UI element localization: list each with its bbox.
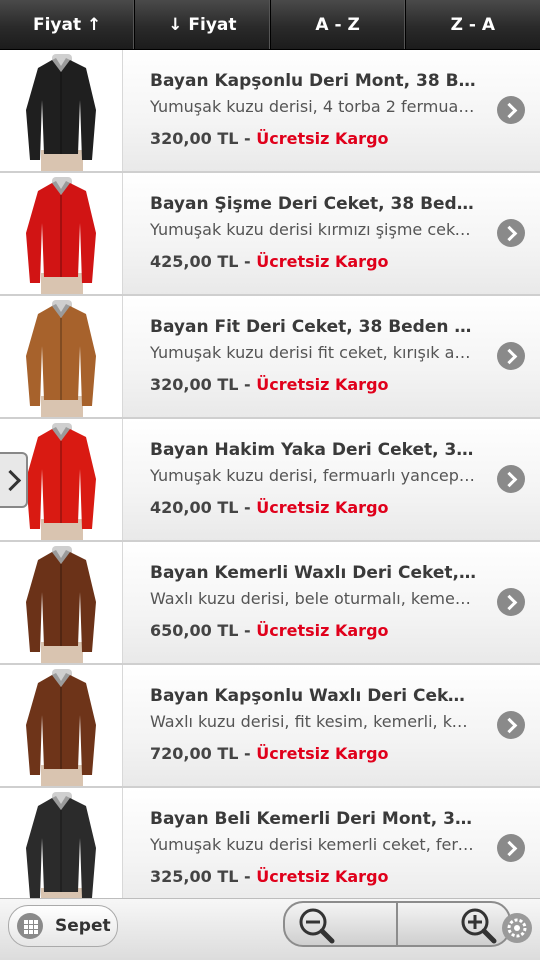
price-separator: - (244, 129, 251, 148)
price-line: 420,00 TL - Ücretsiz Kargo (150, 497, 540, 519)
price-separator: - (244, 744, 251, 763)
product-description: Yumuşak kuzu derisi kırmızı şişme ceket … (150, 220, 476, 239)
price-line: 325,00 TL - Ücretsiz Kargo (150, 866, 540, 888)
sort-za-button[interactable]: Z - A (406, 0, 540, 49)
product-row[interactable]: Bayan Kapşonlu Deri Mont, 38 Beden - CRL… (0, 50, 540, 173)
price-line: 425,00 TL - Ücretsiz Kargo (150, 251, 540, 273)
product-row[interactable]: Bayan Kapşonlu Waxlı Deri Ceket, 38 Bede… (0, 665, 540, 788)
side-menu-handle[interactable] (0, 452, 28, 508)
product-title: Bayan Kemerli Waxlı Deri Ceket, 38 Beden (150, 563, 476, 583)
product-price: 320,00 TL (150, 375, 239, 394)
product-row[interactable]: Bayan Şişme Deri Ceket, 38 Beden - CRL12… (0, 173, 540, 296)
cart-label: Sepet (55, 916, 111, 936)
price-line: 650,00 TL - Ücretsiz Kargo (150, 620, 540, 642)
product-info: Bayan Kapşonlu Deri Mont, 38 Beden - CRL… (123, 50, 540, 171)
product-title: Bayan Şişme Deri Ceket, 38 Beden - CRL12 (150, 194, 476, 214)
product-description: Waxlı kuzu derisi, bele oturmalı, kemerl… (150, 589, 476, 608)
chevron-right-icon[interactable] (497, 711, 525, 739)
product-price: 650,00 TL (150, 621, 239, 640)
price-separator: - (244, 621, 251, 640)
product-image (0, 50, 123, 171)
zoom-control (283, 901, 511, 947)
grid-icon (17, 913, 43, 939)
product-image (0, 542, 123, 663)
sort-az-button[interactable]: A - Z (271, 0, 406, 49)
free-shipping-label: Ücretsiz Kargo (256, 498, 389, 517)
settings-gear-icon[interactable] (502, 913, 532, 943)
bottom-toolbar: Sepet (0, 898, 540, 960)
product-description: Waxlı kuzu derisi, fit kesim, kemerli, k… (150, 712, 476, 731)
free-shipping-label: Ücretsiz Kargo (256, 252, 389, 271)
price-separator: - (244, 867, 251, 886)
sort-bar: Fiyat ↑ ↓ Fiyat A - Z Z - A (0, 0, 540, 50)
product-description: Yumuşak kuzu derisi fit ceket, kırışık a… (150, 343, 476, 362)
product-row[interactable]: Bayan Hakim Yaka Deri Ceket, 38 Beden Yu… (0, 419, 540, 542)
product-row[interactable]: Bayan Beli Kemerli Deri Mont, 38 Beden Y… (0, 788, 540, 898)
product-info: Bayan Fit Deri Ceket, 38 Beden - CRL15 Y… (123, 296, 540, 417)
price-line: 320,00 TL - Ücretsiz Kargo (150, 374, 540, 396)
zoom-in-icon (461, 908, 497, 944)
free-shipping-label: Ücretsiz Kargo (256, 744, 389, 763)
product-list: Bayan Kapşonlu Deri Mont, 38 Beden - CRL… (0, 50, 540, 898)
chevron-right-icon[interactable] (497, 834, 525, 862)
product-title: Bayan Fit Deri Ceket, 38 Beden - CRL15 (150, 317, 476, 337)
price-separator: - (244, 375, 251, 394)
product-price: 325,00 TL (150, 867, 239, 886)
product-image (0, 173, 123, 294)
chevron-right-icon[interactable] (497, 219, 525, 247)
price-line: 720,00 TL - Ücretsiz Kargo (150, 743, 540, 765)
product-info: Bayan Şişme Deri Ceket, 38 Beden - CRL12… (123, 173, 540, 294)
product-info: Bayan Hakim Yaka Deri Ceket, 38 Beden Yu… (123, 419, 540, 540)
price-separator: - (244, 498, 251, 517)
product-info: Bayan Beli Kemerli Deri Mont, 38 Beden Y… (123, 788, 540, 898)
price-separator: - (244, 252, 251, 271)
product-title: Bayan Hakim Yaka Deri Ceket, 38 Beden (150, 440, 476, 460)
product-title: Bayan Kapşonlu Deri Mont, 38 Beden - CRL… (150, 71, 476, 91)
product-price: 420,00 TL (150, 498, 239, 517)
product-title: Bayan Kapşonlu Waxlı Deri Ceket, 38 Bede… (150, 686, 476, 706)
zoom-out-icon (299, 908, 335, 944)
app-root: Fiyat ↑ ↓ Fiyat A - Z Z - A Bayan Kapşon… (0, 0, 540, 960)
product-image (0, 665, 123, 786)
product-description: Yumuşak kuzu derisi, 4 torba 2 fermuarlı… (150, 97, 476, 116)
product-price: 720,00 TL (150, 744, 239, 763)
zoom-out-button[interactable] (285, 903, 398, 945)
chevron-right-icon[interactable] (497, 342, 525, 370)
free-shipping-label: Ücretsiz Kargo (256, 867, 389, 886)
product-price: 320,00 TL (150, 129, 239, 148)
product-image (0, 296, 123, 417)
product-description: Yumuşak kuzu derisi, fermuarlı yancepli … (150, 466, 476, 485)
product-title: Bayan Beli Kemerli Deri Mont, 38 Beden (150, 809, 476, 829)
free-shipping-label: Ücretsiz Kargo (256, 129, 389, 148)
cart-button[interactable]: Sepet (8, 905, 118, 947)
free-shipping-label: Ücretsiz Kargo (256, 375, 389, 394)
product-info: Bayan Kemerli Waxlı Deri Ceket, 38 Beden… (123, 542, 540, 663)
sort-price-asc-button[interactable]: Fiyat ↑ (0, 0, 136, 49)
product-row[interactable]: Bayan Kemerli Waxlı Deri Ceket, 38 Beden… (0, 542, 540, 665)
free-shipping-label: Ücretsiz Kargo (256, 621, 389, 640)
chevron-right-icon[interactable] (497, 588, 525, 616)
product-row[interactable]: Bayan Fit Deri Ceket, 38 Beden - CRL15 Y… (0, 296, 540, 419)
chevron-right-icon[interactable] (497, 96, 525, 124)
zoom-in-button[interactable] (398, 903, 509, 945)
chevron-right-icon[interactable] (497, 465, 525, 493)
product-price: 425,00 TL (150, 252, 239, 271)
product-info: Bayan Kapşonlu Waxlı Deri Ceket, 38 Bede… (123, 665, 540, 786)
sort-price-desc-button[interactable]: ↓ Fiyat (135, 0, 271, 49)
product-description: Yumuşak kuzu derisi kemerli ceket, fermu… (150, 835, 476, 854)
price-line: 320,00 TL - Ücretsiz Kargo (150, 128, 540, 150)
product-image (0, 788, 123, 898)
